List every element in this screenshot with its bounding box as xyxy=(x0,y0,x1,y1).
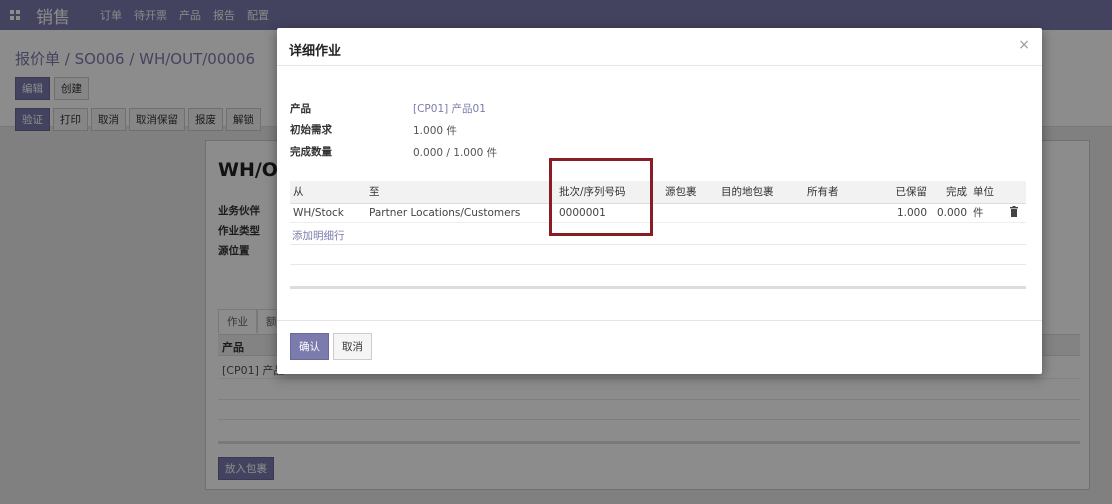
modal-header: 详细作业 × xyxy=(277,28,1042,66)
cell-unit: 件 xyxy=(970,203,1006,223)
column-header-owner[interactable]: 所有者 xyxy=(804,181,870,204)
cell-done[interactable]: 0.000 xyxy=(930,203,970,223)
table-row[interactable]: WH/Stock Partner Locations/Customers 000… xyxy=(290,203,1026,223)
divider xyxy=(290,286,1026,289)
cell-owner[interactable] xyxy=(804,203,870,223)
cell-source-package[interactable] xyxy=(662,203,718,223)
cell-from[interactable]: WH/Stock xyxy=(290,203,366,223)
product-value[interactable]: [CP01] 产品01 xyxy=(413,101,486,116)
column-header-to[interactable]: 至 xyxy=(366,181,556,204)
move-lines-table: 从 至 批次/序列号码 源包裹 目的地包裹 所有者 已保留 完成 单位 WH/S… xyxy=(290,181,1026,223)
confirm-button[interactable]: 确认 xyxy=(290,333,329,360)
initial-demand-label: 初始需求 xyxy=(290,124,332,136)
divider xyxy=(290,264,1026,265)
modal-footer: 确认 取消 xyxy=(277,320,1042,374)
column-header-actions xyxy=(1006,181,1026,204)
add-line-link[interactable]: 添加明细行 xyxy=(292,228,345,243)
detailed-operations-dialog: 详细作业 × 产品 [CP01] 产品01 初始需求 1.000 件 完成数量 … xyxy=(277,28,1042,374)
table-header: 从 至 批次/序列号码 源包裹 目的地包裹 所有者 已保留 完成 单位 xyxy=(290,181,1026,204)
column-header-done[interactable]: 完成 xyxy=(930,181,970,204)
delete-row-button[interactable] xyxy=(1006,203,1026,223)
divider xyxy=(290,244,1026,245)
cancel-button[interactable]: 取消 xyxy=(333,333,372,360)
column-header-reserved[interactable]: 已保留 xyxy=(870,181,930,204)
annotation-highlight-box xyxy=(549,158,653,236)
modal-title: 详细作业 xyxy=(289,44,342,59)
cell-reserved: 1.000 xyxy=(870,203,930,223)
cell-destination-package[interactable] xyxy=(718,203,804,223)
done-quantity-value: 0.000 / 1.000 件 xyxy=(413,147,498,159)
initial-demand-value: 1.000 件 xyxy=(413,125,457,137)
cell-to[interactable]: Partner Locations/Customers xyxy=(366,203,556,223)
column-header-source-package[interactable]: 源包裹 xyxy=(662,181,718,204)
product-label: 产品 xyxy=(290,103,311,115)
column-header-from[interactable]: 从 xyxy=(290,181,366,204)
column-header-unit[interactable]: 单位 xyxy=(970,181,1006,204)
trash-icon[interactable] xyxy=(1009,205,1019,217)
done-quantity-label: 完成数量 xyxy=(290,146,332,158)
close-icon[interactable]: × xyxy=(1018,37,1030,53)
column-header-destination-package[interactable]: 目的地包裹 xyxy=(718,181,804,204)
